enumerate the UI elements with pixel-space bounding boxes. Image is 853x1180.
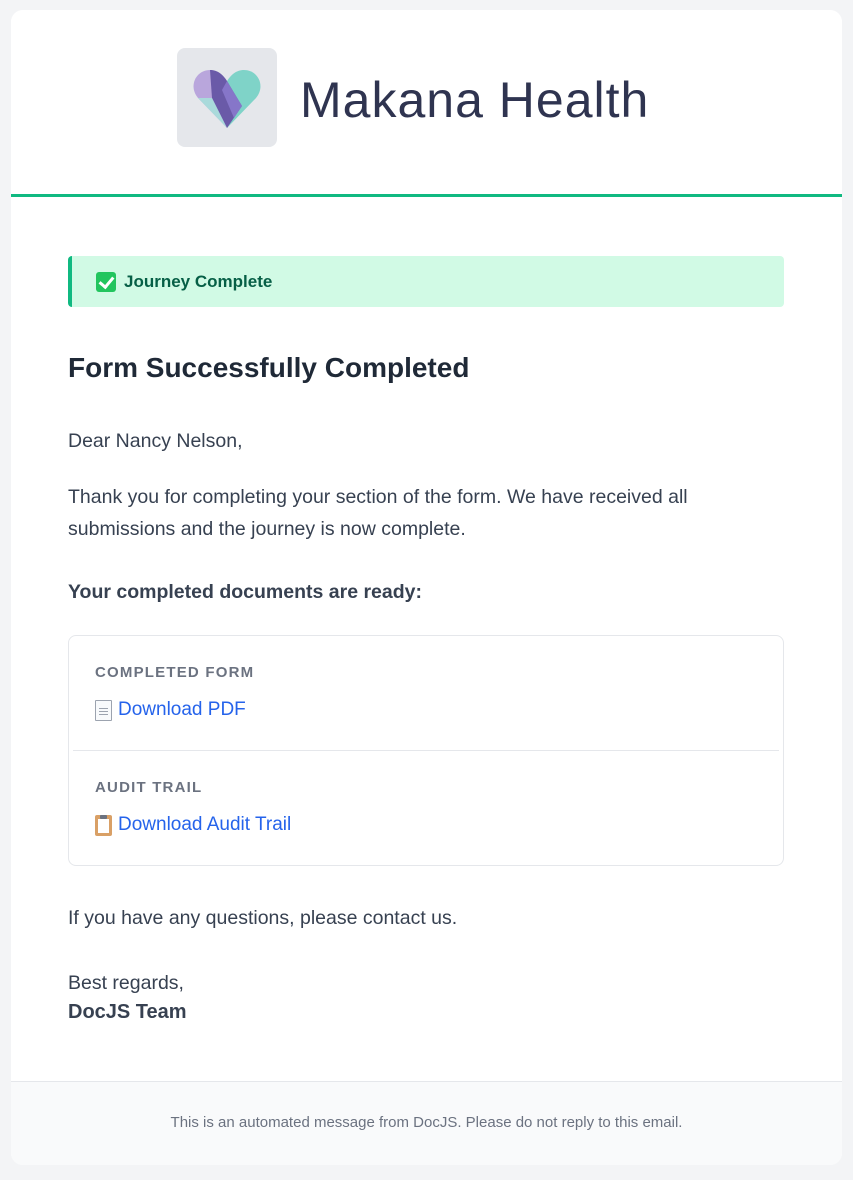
email-title: Form Successfully Completed bbox=[68, 352, 470, 383]
brand-name: Makana Health bbox=[300, 72, 650, 128]
download-audit-trail-link[interactable]: Download Audit Trail bbox=[118, 814, 291, 836]
heart-logo-icon bbox=[193, 70, 261, 128]
status-banner: Journey Complete bbox=[68, 256, 784, 307]
signature: DocJS Team bbox=[68, 1001, 187, 1023]
regards-text: Best regards, bbox=[68, 972, 184, 994]
footer-text: This is an automated message from DocJS.… bbox=[170, 1114, 683, 1131]
closing-text: If you have any questions, please contac… bbox=[68, 907, 458, 929]
documents-box: COMPLETED FORM Download PDF AUDIT TRAIL … bbox=[68, 635, 784, 866]
email-header: Makana Health bbox=[11, 10, 842, 197]
body-text: Thank you for completing your section of… bbox=[68, 486, 688, 540]
greeting: Dear Nancy Nelson, bbox=[68, 430, 243, 452]
download-pdf-link[interactable]: Download PDF bbox=[118, 699, 246, 721]
brand-logo bbox=[177, 48, 277, 147]
status-label: Journey Complete bbox=[124, 272, 273, 291]
document-item-completed-form: COMPLETED FORM Download PDF bbox=[95, 664, 755, 722]
email-card: Makana Health Journey Complete Form Succ… bbox=[11, 10, 842, 1165]
document-label: AUDIT TRAIL bbox=[95, 779, 203, 796]
document-item-audit-trail: AUDIT TRAIL Download Audit Trail bbox=[95, 779, 755, 837]
document-link-row: Download Audit Trail bbox=[95, 813, 755, 837]
documents-heading: Your completed documents are ready: bbox=[68, 581, 422, 603]
clipboard-icon bbox=[95, 814, 112, 836]
document-link-row: Download PDF bbox=[95, 698, 755, 722]
check-box-icon bbox=[96, 272, 116, 292]
divider bbox=[73, 750, 779, 751]
document-label: COMPLETED FORM bbox=[95, 664, 255, 681]
email-footer: This is an automated message from DocJS.… bbox=[11, 1081, 842, 1165]
page-icon bbox=[95, 699, 112, 721]
